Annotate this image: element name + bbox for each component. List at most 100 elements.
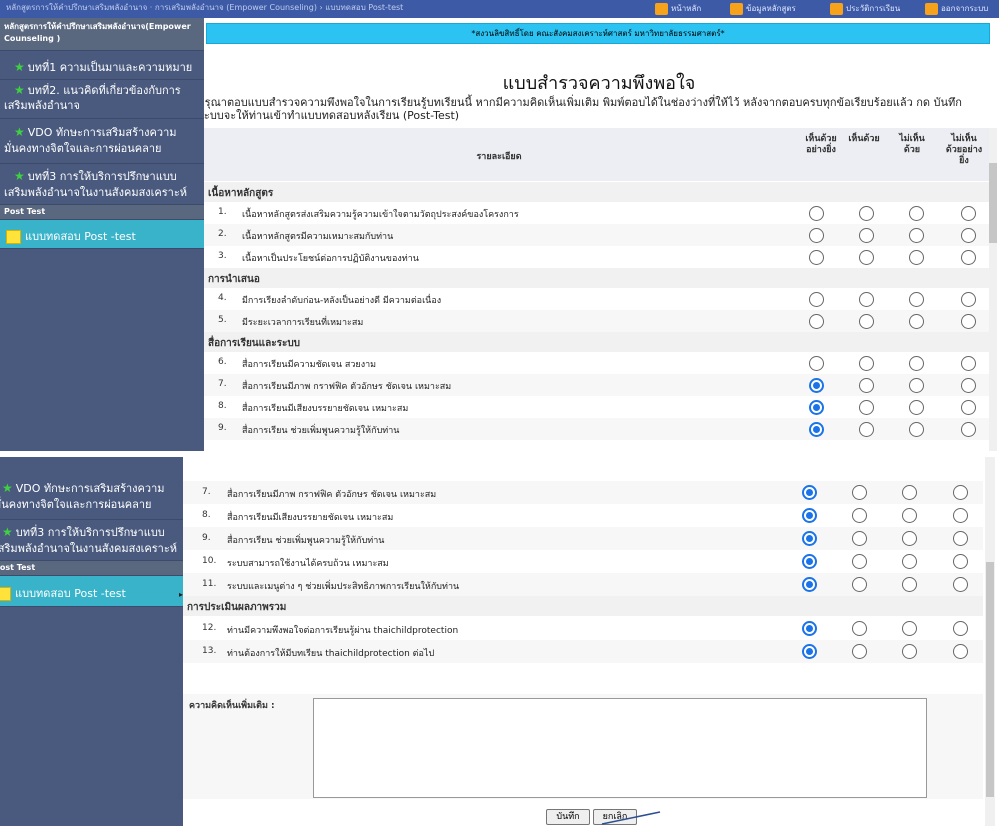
radio-strongly-agree[interactable] [802, 485, 817, 500]
radio-strongly-disagree[interactable] [961, 314, 976, 329]
scrollbar-lower[interactable] [985, 457, 995, 826]
table-row: 9. สื่อการเรียน ช่วยเพิ่มพูนความรู้ให้กับ… [204, 418, 989, 440]
table-row: 1. เนื้อหาหลักสูตรส่งเสริมความรู้ความเข้า… [204, 202, 989, 224]
radio-agree[interactable] [859, 356, 874, 371]
radio-strongly-agree[interactable] [809, 228, 824, 243]
radio-strongly-agree[interactable] [802, 644, 817, 659]
radio-strongly-agree[interactable] [809, 422, 824, 437]
radio-strongly-disagree[interactable] [961, 292, 976, 307]
radio-strongly-disagree[interactable] [953, 531, 968, 546]
sidebar-item-chapter-3[interactable]: ★ บทที่3 การให้บริการปรึกษาแบบเสริมพลังอำ… [0, 164, 204, 205]
pointer-annotation [601, 811, 661, 825]
radio-strongly-agree[interactable] [802, 554, 817, 569]
radio-agree[interactable] [852, 577, 867, 592]
radio-strongly-disagree[interactable] [961, 250, 976, 265]
logout-button[interactable]: ออกจากระบบ [925, 1, 988, 16]
radio-disagree[interactable] [902, 621, 917, 636]
history-button[interactable]: ประวัติการเรียน [830, 1, 900, 16]
radio-disagree[interactable] [902, 508, 917, 523]
radio-agree[interactable] [852, 644, 867, 659]
radio-strongly-agree[interactable] [802, 531, 817, 546]
radio-strongly-agree[interactable] [802, 508, 817, 523]
table-row: 11. ระบบและเมนูต่าง ๆ ช่วยเพิ่มประสิทธิภา… [183, 573, 983, 596]
radio-disagree[interactable] [902, 531, 917, 546]
radio-disagree[interactable] [909, 250, 924, 265]
radio-disagree[interactable] [902, 485, 917, 500]
question-number: 9. [202, 533, 211, 543]
question-text: ระบบสามารถใช้งานได้ครบถ้วน เหมาะสม [227, 559, 389, 569]
logout-icon [925, 2, 938, 15]
scrollbar-upper[interactable] [989, 128, 997, 451]
radio-agree[interactable] [852, 485, 867, 500]
radio-disagree[interactable] [909, 292, 924, 307]
radio-agree[interactable] [859, 206, 874, 221]
radio-agree[interactable] [859, 378, 874, 393]
radio-strongly-disagree[interactable] [953, 508, 968, 523]
radio-strongly-disagree[interactable] [961, 356, 976, 371]
radio-strongly-disagree[interactable] [953, 621, 968, 636]
sidebar-item-chapter-2[interactable]: ★ บทที่2. แนวคิดที่เกี่ยวข้องกับการเสริมพ… [0, 80, 204, 119]
radio-strongly-disagree[interactable] [953, 644, 968, 659]
radio-agree[interactable] [852, 508, 867, 523]
question-text: สื่อการเรียนมีความชัดเจน สวยงาม [242, 360, 377, 370]
radio-agree[interactable] [852, 621, 867, 636]
scrollbar-thumb[interactable] [986, 562, 994, 797]
radio-agree[interactable] [859, 422, 874, 437]
comment-textarea[interactable] [313, 698, 927, 798]
radio-disagree[interactable] [909, 314, 924, 329]
home-button[interactable]: หน้าหลัก [655, 1, 701, 16]
question-text: สื่อการเรียนมีเสียงบรรยายชัดเจน เหมาะสม [227, 513, 394, 523]
radio-strongly-disagree[interactable] [953, 485, 968, 500]
radio-strongly-agree[interactable] [802, 577, 817, 592]
question-number: 5. [218, 315, 227, 325]
radio-strongly-disagree[interactable] [953, 554, 968, 569]
question-text: สื่อการเรียนมีภาพ กราฟฟิค ตัวอักษร ชัดเจ… [242, 382, 452, 392]
radio-strongly-disagree[interactable] [961, 422, 976, 437]
comment-row: ความคิดเห็นเพิ่มเติม : [183, 694, 983, 799]
radio-disagree[interactable] [909, 228, 924, 243]
sidebar-item-post-test[interactable]: แบบทดสอบ Post -test [0, 576, 183, 607]
radio-strongly-agree[interactable] [809, 400, 824, 415]
radio-agree[interactable] [859, 228, 874, 243]
radio-strongly-agree[interactable] [809, 250, 824, 265]
question-number: 8. [218, 401, 227, 411]
radio-strongly-disagree[interactable] [961, 228, 976, 243]
radio-strongly-agree[interactable] [809, 314, 824, 329]
radio-strongly-disagree[interactable] [961, 378, 976, 393]
course-info-button[interactable]: ข้อมูลหลักสูตร [730, 1, 796, 16]
sidebar-item-chapter-3[interactable]: ★ บทที่3 การให้บริการปรึกษาแบบเสริมพลังอำ… [0, 520, 183, 561]
document-icon [6, 230, 21, 244]
radio-strongly-agree[interactable] [809, 206, 824, 221]
radio-agree[interactable] [852, 554, 867, 569]
sidebar-item-post-test[interactable]: แบบทดสอบ Post -test [0, 220, 204, 249]
radio-disagree[interactable] [909, 378, 924, 393]
radio-disagree[interactable] [902, 554, 917, 569]
radio-strongly-disagree[interactable] [961, 400, 976, 415]
radio-agree[interactable] [859, 400, 874, 415]
question-number: 9. [218, 423, 227, 433]
table-row: 7. สื่อการเรียนมีภาพ กราฟฟิค ตัวอักษร ชัด… [204, 374, 989, 396]
sidebar-item-vdo[interactable]: ★ VDO ทักษะการเสริมสร้างความมั่นคงทางจิตใ… [0, 475, 183, 520]
radio-strongly-agree[interactable] [809, 292, 824, 307]
radio-agree[interactable] [859, 292, 874, 307]
radio-disagree[interactable] [902, 644, 917, 659]
radio-strongly-disagree[interactable] [953, 577, 968, 592]
save-button[interactable]: บันทึก [546, 809, 590, 825]
question-number: 2. [218, 229, 227, 239]
radio-agree[interactable] [852, 531, 867, 546]
radio-disagree[interactable] [909, 356, 924, 371]
question-number: 4. [218, 293, 227, 303]
radio-disagree[interactable] [902, 577, 917, 592]
radio-disagree[interactable] [909, 422, 924, 437]
radio-disagree[interactable] [909, 206, 924, 221]
radio-agree[interactable] [859, 314, 874, 329]
scrollbar-thumb[interactable] [989, 163, 997, 243]
radio-disagree[interactable] [909, 400, 924, 415]
sidebar-item-chapter-1[interactable]: ★ บทที่1 ความเป็นมาและความหมาย [0, 51, 204, 80]
radio-strongly-agree[interactable] [809, 378, 824, 393]
radio-agree[interactable] [859, 250, 874, 265]
radio-strongly-disagree[interactable] [961, 206, 976, 221]
radio-strongly-agree[interactable] [802, 621, 817, 636]
radio-strongly-agree[interactable] [809, 356, 824, 371]
sidebar-item-vdo[interactable]: ★ VDO ทักษะการเสริมสร้างความมั่นคงทางจิตใ… [0, 119, 204, 164]
